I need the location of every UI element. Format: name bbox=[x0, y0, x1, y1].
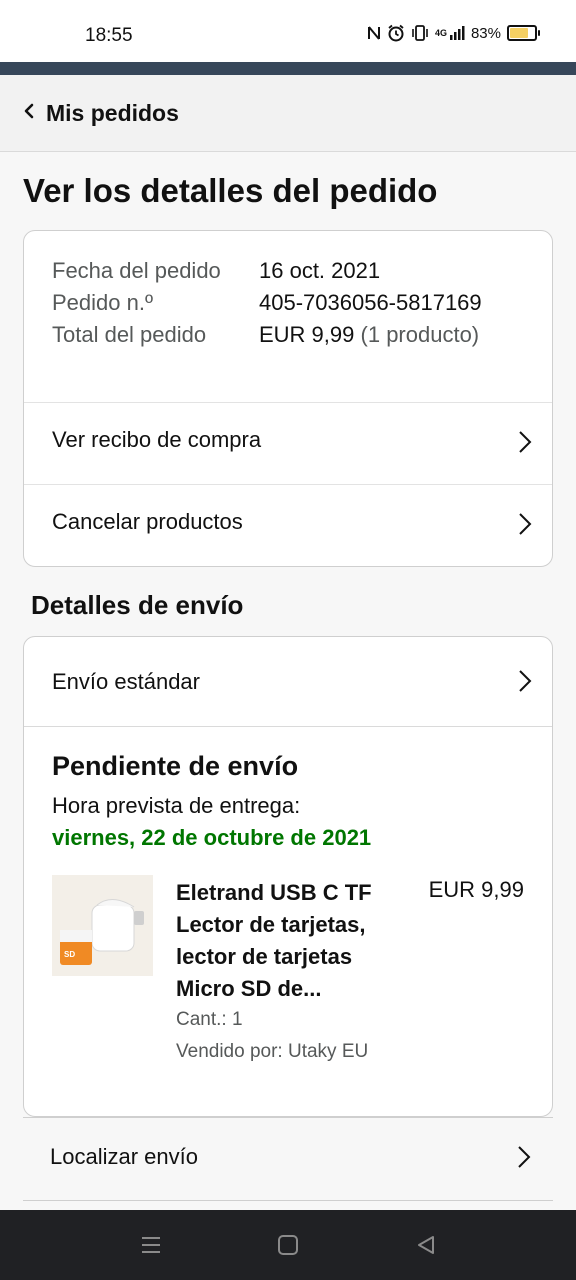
eta-date: viernes, 22 de octubre de 2021 bbox=[52, 825, 372, 850]
nfc-icon bbox=[367, 26, 380, 40]
chevron-right-icon bbox=[519, 513, 532, 535]
cancel-products-link[interactable]: Cancelar productos bbox=[52, 509, 243, 535]
order-number-label: Pedido n.º bbox=[52, 290, 153, 315]
app-topbar bbox=[0, 62, 576, 75]
track-shipment-row[interactable]: Localizar envío bbox=[23, 1117, 553, 1201]
status-time: 18:55 bbox=[85, 25, 133, 46]
home-icon[interactable] bbox=[277, 1234, 299, 1256]
shipping-method[interactable]: Envío estándar bbox=[52, 669, 200, 695]
svg-text:SD: SD bbox=[64, 950, 75, 959]
view-receipt-link[interactable]: Ver recibo de compra bbox=[52, 427, 261, 453]
back-icon[interactable] bbox=[415, 1234, 437, 1256]
network-type: 4G bbox=[434, 28, 447, 38]
shipping-card: Envío estándar Pendiente de envío Hora p… bbox=[23, 636, 553, 1117]
chevron-right-icon bbox=[519, 431, 532, 453]
order-info: Fecha del pedido 16 oct. 2021 Pedido n.º… bbox=[52, 255, 482, 351]
order-item-count: (1 producto) bbox=[360, 322, 480, 347]
menu-icon[interactable] bbox=[140, 1234, 162, 1256]
order-total-value: EUR 9,99 bbox=[259, 322, 355, 347]
track-shipment-link[interactable]: Localizar envío bbox=[50, 1144, 198, 1170]
product-seller: Vendido por: Utaky EU bbox=[176, 1041, 369, 1062]
back-to-orders-link[interactable]: Mis pedidos bbox=[46, 100, 179, 127]
product-price: EUR 9,99 bbox=[428, 877, 524, 902]
chevron-left-icon[interactable] bbox=[22, 103, 36, 119]
order-summary-card: Fecha del pedido 16 oct. 2021 Pedido n.º… bbox=[23, 230, 553, 567]
page-title: Ver los detalles del pedido bbox=[23, 172, 438, 209]
vibrate-icon bbox=[412, 25, 428, 41]
product-quantity: Cant.: 1 bbox=[176, 1009, 243, 1030]
back-header[interactable]: Mis pedidos bbox=[0, 75, 576, 152]
chevron-right-icon bbox=[518, 1146, 531, 1168]
system-nav-bar bbox=[0, 1210, 576, 1280]
cancel-products-row[interactable]: Cancelar productos bbox=[24, 484, 552, 566]
status-bar: 18:55 4G 83% bbox=[0, 0, 576, 62]
view-receipt-row[interactable]: Ver recibo de compra bbox=[24, 402, 552, 484]
shipping-method-row[interactable]: Envío estándar bbox=[24, 637, 552, 727]
product-image[interactable]: SD bbox=[52, 875, 153, 976]
shipping-status: Pendiente de envío bbox=[52, 751, 299, 781]
eta-label: Hora prevista de entrega: bbox=[52, 793, 301, 818]
order-total-label: Total del pedido bbox=[52, 322, 207, 347]
shipping-section-title: Detalles de envío bbox=[31, 590, 244, 620]
order-number-value: 405-7036056-5817169 bbox=[259, 290, 482, 315]
chevron-right-icon bbox=[519, 670, 532, 692]
battery-percent: 83% bbox=[470, 24, 501, 42]
order-date-value: 16 oct. 2021 bbox=[259, 258, 381, 283]
product-title[interactable]: Eletrand USB C TF Lector de tarjetas, le… bbox=[176, 877, 406, 1005]
signal-icon bbox=[449, 26, 465, 40]
alarm-icon bbox=[388, 24, 404, 42]
order-date-label: Fecha del pedido bbox=[52, 258, 221, 283]
battery-icon bbox=[507, 25, 540, 41]
status-icons: 4G 83% bbox=[367, 24, 540, 42]
